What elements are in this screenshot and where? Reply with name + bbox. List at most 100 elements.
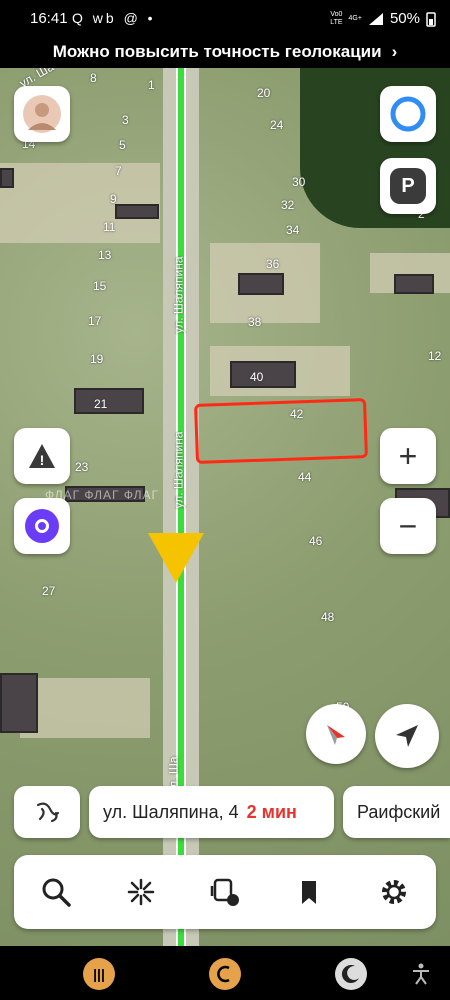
alice-assistant-button[interactable] xyxy=(380,86,436,142)
compass-button[interactable] xyxy=(306,704,366,764)
navigation-arrow-icon xyxy=(148,533,204,583)
house-number: 46 xyxy=(309,534,323,548)
alice-ring-icon xyxy=(390,96,426,132)
battery-icon xyxy=(426,11,436,27)
next-place-card[interactable]: Раифский xyxy=(343,786,450,838)
transport-button[interactable] xyxy=(200,867,250,917)
house-number: 23 xyxy=(75,460,89,474)
house-number: 42 xyxy=(290,407,304,421)
house-number: 7 xyxy=(115,164,122,178)
parking-label: P xyxy=(401,174,415,197)
settings-button[interactable] xyxy=(369,867,419,917)
house-number: 5 xyxy=(119,138,126,152)
road-alert-button[interactable]: ! xyxy=(14,428,70,484)
building xyxy=(115,204,159,219)
house-number: 30 xyxy=(292,175,306,189)
zoom-in-button[interactable]: + xyxy=(380,428,436,484)
route-destination-card[interactable]: ул. Шаляпина, 4 2 мин xyxy=(89,786,334,838)
house-number: 36 xyxy=(266,257,280,271)
parking-icon: P xyxy=(390,168,426,204)
status-time: 16:41 xyxy=(30,10,68,27)
system-navigation-bar: ||| xyxy=(0,946,450,1000)
street-label: ул. Шаляпина xyxy=(171,431,186,509)
location-arrow-icon xyxy=(396,725,418,747)
land-lot xyxy=(20,678,150,738)
house-number: 48 xyxy=(321,610,335,624)
house-number: 21 xyxy=(94,397,108,411)
recent-apps-button[interactable]: ||| xyxy=(83,958,115,990)
route-options-button[interactable] xyxy=(14,786,80,838)
search-icon xyxy=(42,878,71,907)
land-lot xyxy=(0,163,160,243)
status-bar: 16:41 Q wb @ • Vo0 LTE 4G+ 50% xyxy=(0,0,450,36)
house-number: 9 xyxy=(110,192,117,206)
zoom-out-button[interactable]: − xyxy=(380,498,436,554)
warning-icon: ! xyxy=(29,444,55,468)
gear-icon xyxy=(381,880,406,904)
street-label: ул. Шаляпина xyxy=(171,256,186,334)
house-number: 17 xyxy=(88,314,102,328)
alice-icon xyxy=(25,509,59,543)
chevron-right-icon: › xyxy=(391,42,398,61)
house-number: 3 xyxy=(122,113,129,127)
parking-button[interactable]: P xyxy=(380,158,436,214)
minus-icon: − xyxy=(398,507,418,544)
battery-level: 50% xyxy=(389,10,420,27)
alice-voice-button[interactable] xyxy=(14,498,70,554)
network-type: 4G+ xyxy=(348,14,362,22)
accessibility-icon xyxy=(413,963,429,985)
banner-text: Можно повысить точность геолокации xyxy=(52,42,382,61)
house-number: 38 xyxy=(248,315,262,329)
compass-icon xyxy=(327,725,345,745)
house-number: 24 xyxy=(270,118,284,132)
alert-mark: ! xyxy=(40,452,45,468)
house-number: 1 xyxy=(148,78,155,92)
my-location-button[interactable] xyxy=(375,704,439,768)
route-eta: 2 мин xyxy=(246,801,297,822)
building xyxy=(394,274,434,294)
back-button[interactable] xyxy=(335,958,367,990)
building xyxy=(0,673,38,733)
network-volte-top: Vo0 xyxy=(330,10,343,18)
menu-icon: ||| xyxy=(93,966,105,982)
bottom-toolbar xyxy=(14,855,436,929)
house-number: 27 xyxy=(42,584,56,598)
transport-icon xyxy=(210,878,239,906)
network-volte: Vo0 LTE xyxy=(330,11,342,27)
building xyxy=(74,388,144,414)
avatar xyxy=(23,95,61,133)
discover-button[interactable] xyxy=(116,867,166,917)
accessibility-button[interactable] xyxy=(405,958,437,990)
house-number: 8 xyxy=(90,71,97,85)
home-button[interactable] xyxy=(209,958,241,990)
building xyxy=(0,168,14,188)
signal-icon xyxy=(368,12,383,25)
building xyxy=(238,273,284,295)
house-number: 11 xyxy=(103,220,116,234)
house-number: 13 xyxy=(98,248,112,262)
house-number: 34 xyxy=(286,223,300,237)
network-volte-bottom: LTE xyxy=(330,18,343,26)
bookmarks-icon xyxy=(302,881,317,904)
house-number: 44 xyxy=(298,470,312,484)
highlighted-plot-outline xyxy=(194,398,368,464)
destination-address: ул. Шаляпина, 4 xyxy=(103,801,239,822)
next-place-label: Раифский xyxy=(357,801,441,822)
house-number: 32 xyxy=(281,198,295,212)
house-number: 20 xyxy=(257,86,271,100)
house-number: 40 xyxy=(250,370,264,384)
home-icon xyxy=(217,965,230,983)
house-number: 15 xyxy=(93,279,107,293)
sunburst-icon xyxy=(127,878,154,906)
house-number: 12 xyxy=(428,349,442,363)
bookmarks-button[interactable] xyxy=(284,867,334,917)
search-button[interactable] xyxy=(31,867,81,917)
profile-avatar-button[interactable] xyxy=(14,86,70,142)
plus-icon: + xyxy=(398,437,418,474)
route-swap-icon xyxy=(36,802,60,823)
moon-icon xyxy=(341,965,359,984)
house-number: 19 xyxy=(90,352,104,366)
status-right: Vo0 LTE 4G+ 50% xyxy=(330,10,436,27)
geolocation-accuracy-banner[interactable]: Можно повысить точность геолокации › xyxy=(0,36,450,68)
status-notification-icons: Q wb @ • xyxy=(72,10,156,26)
